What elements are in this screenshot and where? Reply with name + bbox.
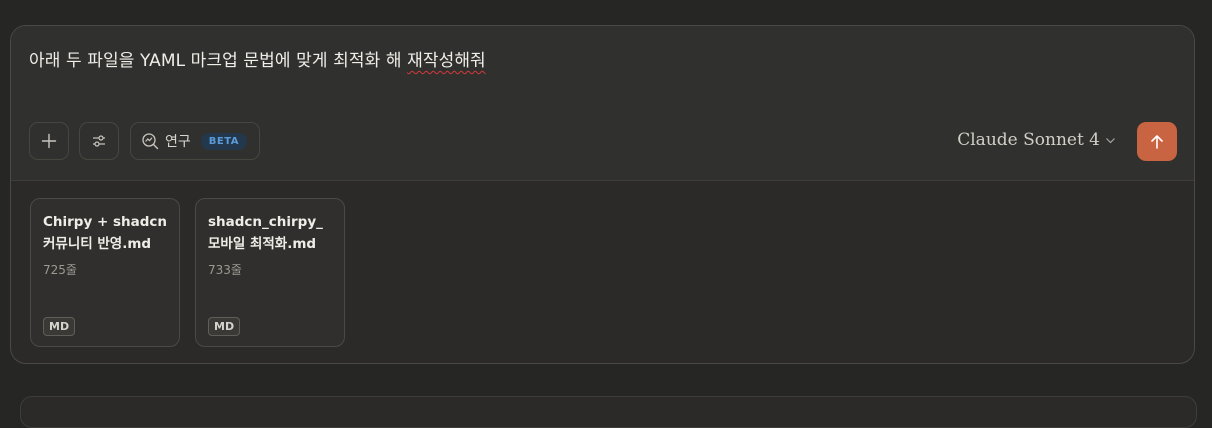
sliders-icon xyxy=(93,135,105,147)
model-selector[interactable]: Claude Sonnet 4 xyxy=(957,130,1116,150)
tools-settings-button[interactable] xyxy=(79,122,119,160)
next-panel xyxy=(20,396,1197,428)
research-label: 연구 xyxy=(165,134,191,150)
prompt-input[interactable]: 아래 두 파일을 YAML 마크업 문법에 맞게 최적화 해 재작성해줘 xyxy=(29,46,486,71)
add-attachment-button[interactable] xyxy=(29,122,69,160)
attachment-card[interactable]: shadcn_chirpy_모바일 최적화.md 733줄 MD xyxy=(195,198,345,347)
attachment-line-count: 733줄 xyxy=(208,263,242,277)
attachment-name: shadcn_chirpy_모바일 최적화.md xyxy=(208,214,323,252)
chevron-down-icon xyxy=(1106,137,1115,143)
research-button[interactable]: 연구 BETA xyxy=(130,122,260,160)
file-type-badge: MD xyxy=(43,317,76,336)
attachment-card[interactable]: Chirpy + shadcn 커뮤니티 반영.md 725줄 MD xyxy=(30,198,180,347)
arrow-up-icon xyxy=(1151,134,1163,149)
research-icon xyxy=(142,133,159,150)
model-name: Claude Sonnet 4 xyxy=(957,130,1100,150)
chat-composer: 아래 두 파일을 YAML 마크업 문법에 맞게 최적화 해 재작성해줘 연구 … xyxy=(10,25,1195,364)
beta-badge: BETA xyxy=(200,132,248,150)
send-button[interactable] xyxy=(1137,122,1177,161)
prompt-text-misspelled: 재작성해줘 xyxy=(407,51,486,71)
plus-icon xyxy=(41,133,57,149)
attachment-name: Chirpy + shadcn 커뮤니티 반영.md xyxy=(43,214,168,252)
prompt-area[interactable]: 아래 두 파일을 YAML 마크업 문법에 맞게 최적화 해 재작성해줘 연구 … xyxy=(11,26,1194,181)
prompt-text-main: 아래 두 파일을 YAML 마크업 문법에 맞게 최적화 해 xyxy=(29,51,408,71)
attachment-line-count: 725줄 xyxy=(43,263,77,277)
file-type-badge: MD xyxy=(208,317,241,336)
